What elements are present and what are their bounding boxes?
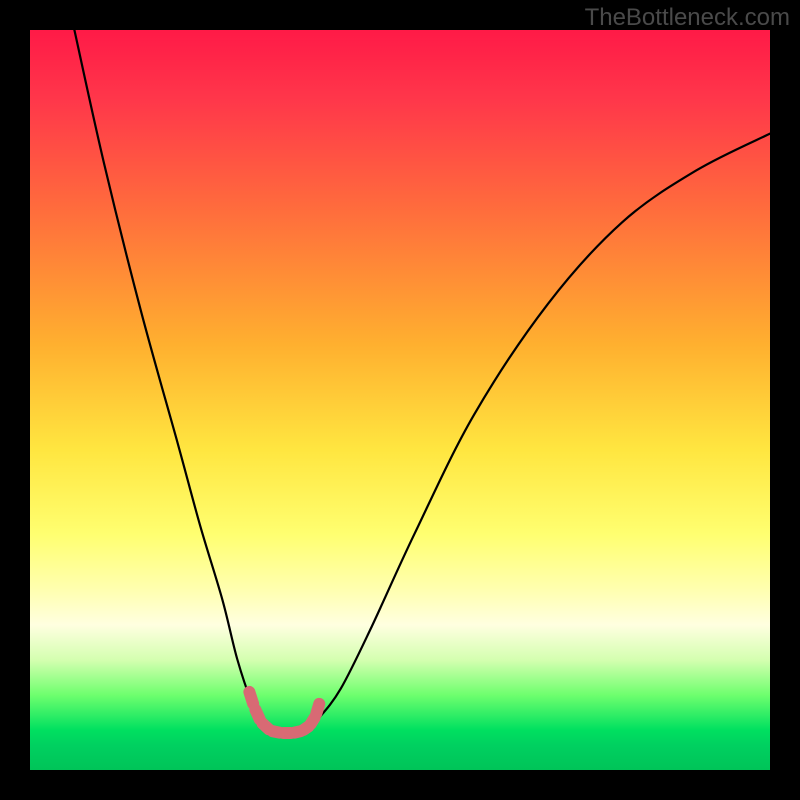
plot-area — [30, 30, 770, 770]
chart-frame: TheBottleneck.com — [0, 0, 800, 800]
watermark-text: TheBottleneck.com — [585, 4, 790, 32]
gradient-background — [30, 30, 770, 730]
green-bottom-strip — [30, 730, 770, 770]
